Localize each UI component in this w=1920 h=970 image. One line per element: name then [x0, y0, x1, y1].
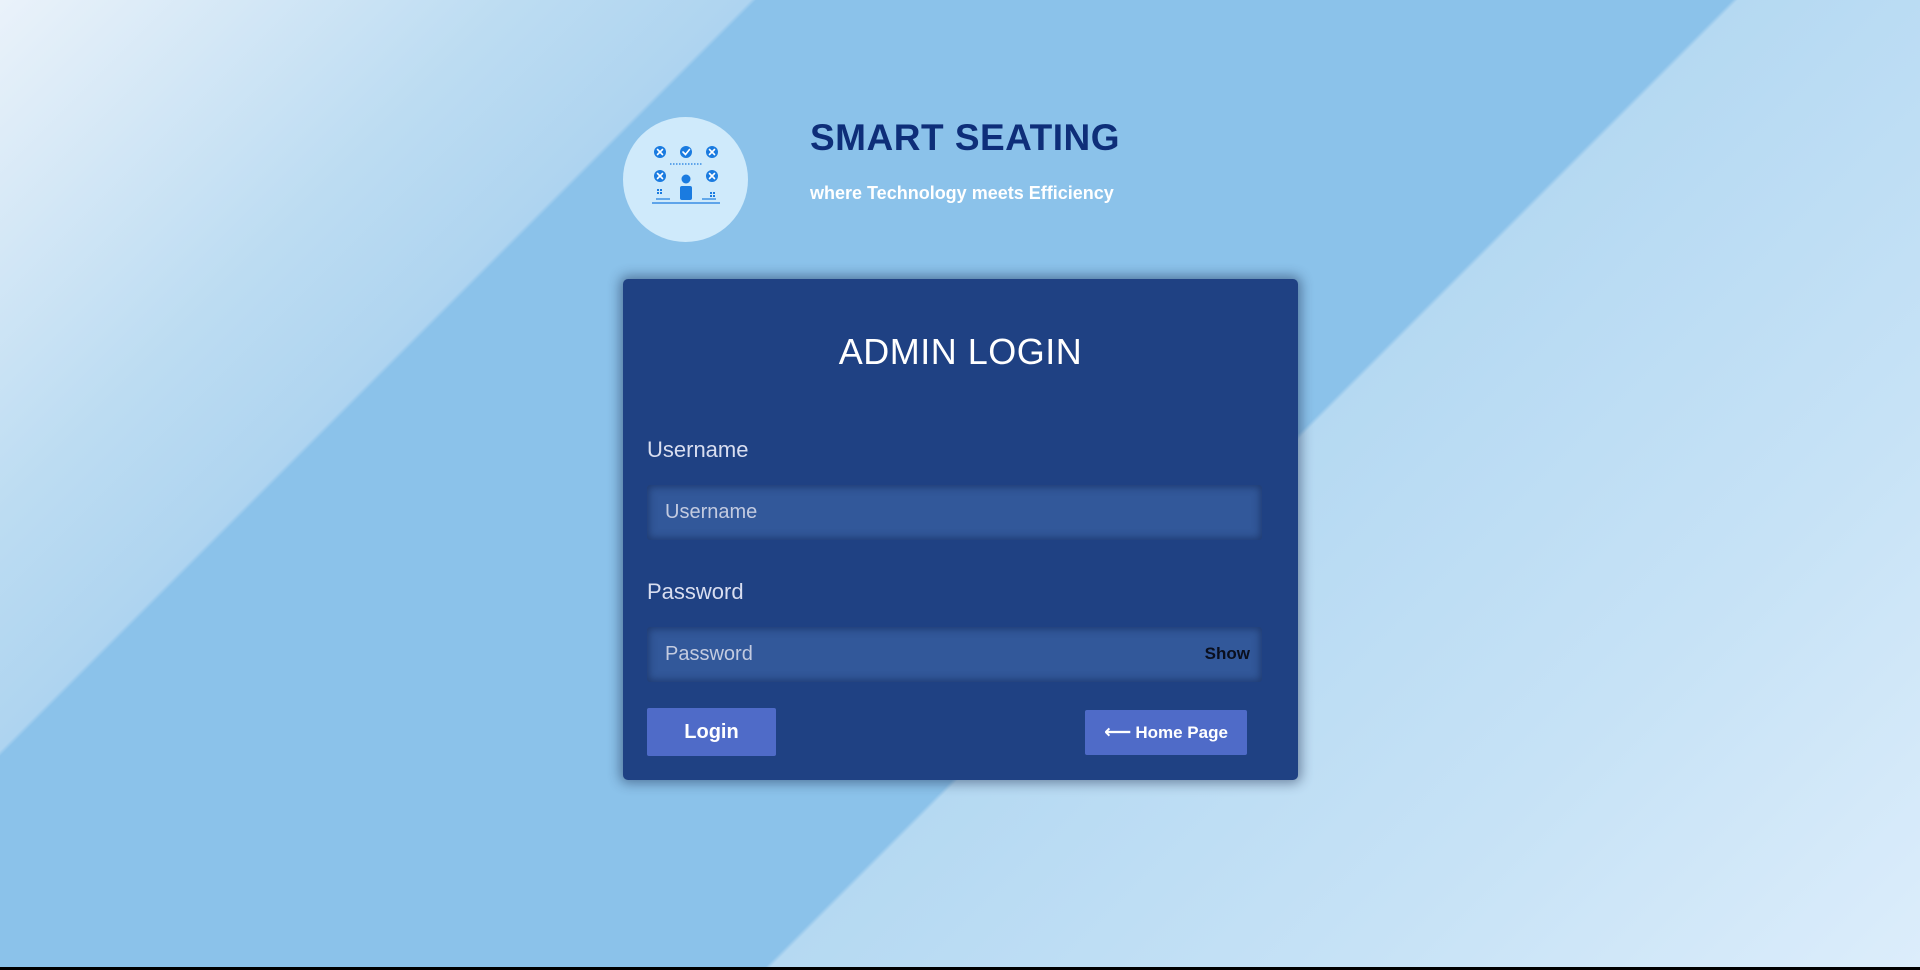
password-label: Password	[647, 579, 744, 604]
home-page-button-label: Home Page	[1135, 722, 1228, 742]
login-page: SMART SEATING where Technology meets Eff…	[0, 0, 1920, 967]
password-field: Show	[647, 627, 1262, 682]
login-card: ADMIN LOGIN Username Password Show Login…	[623, 279, 1298, 780]
login-button[interactable]: Login	[647, 708, 776, 756]
password-input[interactable]	[647, 627, 1262, 682]
brand-tagline: where Technology meets Efficiency	[810, 183, 1114, 203]
brand-title: SMART SEATING	[810, 117, 1121, 158]
username-label: Username	[647, 437, 749, 462]
username-input[interactable]	[647, 485, 1262, 540]
home-page-button[interactable]: ⟵ Home Page	[1085, 710, 1247, 755]
seating-arrangement-icon	[651, 145, 720, 204]
arrow-left-icon: ⟵	[1104, 722, 1132, 743]
brand-header: SMART SEATING where Technology meets Eff…	[623, 117, 1323, 242]
show-password-toggle[interactable]: Show	[1205, 644, 1250, 664]
login-title: ADMIN LOGIN	[838, 331, 1083, 372]
brand-logo	[623, 117, 748, 242]
username-field	[647, 485, 1262, 540]
